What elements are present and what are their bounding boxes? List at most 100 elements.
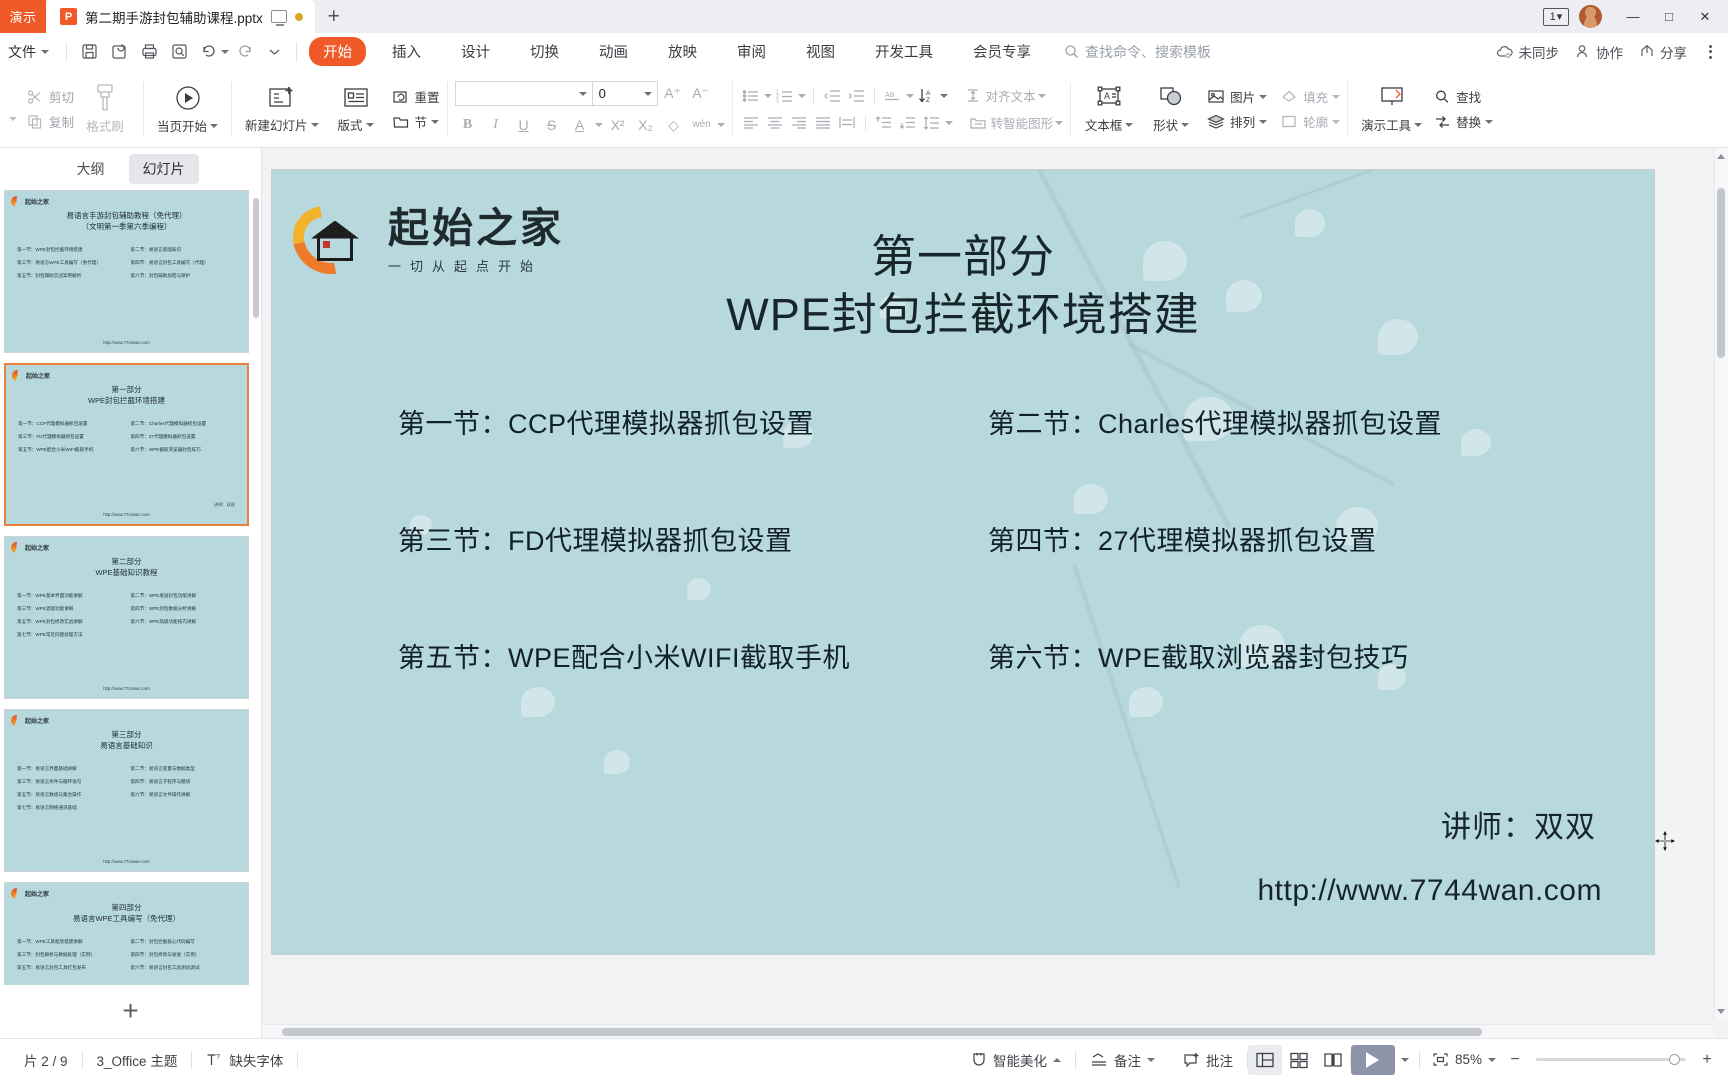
align-right-icon[interactable] (788, 113, 810, 133)
user-avatar[interactable] (1579, 5, 1602, 28)
increase-indent-icon[interactable] (845, 86, 867, 106)
save-as-cloud-icon[interactable] (104, 38, 134, 66)
command-search[interactable]: 查找命令、搜索模板 (1064, 42, 1211, 62)
character-spacing-icon[interactable]: AB (882, 86, 904, 106)
new-tab-button[interactable]: + (315, 0, 353, 33)
share-button[interactable]: 分享 (1639, 42, 1687, 62)
present-tools-button[interactable]: 演示工具 (1355, 74, 1428, 144)
picture-button[interactable]: 图片 填充 (1206, 87, 1341, 106)
textbox-button[interactable]: A 文本框 (1078, 74, 1140, 144)
increase-space-before-icon[interactable] (873, 113, 895, 133)
chevron-down-icon[interactable] (1414, 122, 1423, 127)
zoom-dropdown-icon[interactable] (1488, 1057, 1496, 1062)
collaborate-button[interactable]: 协作 (1575, 42, 1623, 62)
new-slide-button[interactable]: 新建幻灯片 (239, 74, 325, 144)
align-text-icon[interactable] (962, 86, 984, 106)
file-menu-button[interactable]: 文件 (2, 42, 59, 62)
font-size-dropdown-icon[interactable] (639, 91, 657, 96)
zoom-slider[interactable] (1536, 1054, 1686, 1065)
copy-button[interactable]: 复制 (25, 112, 74, 131)
cut-button[interactable]: 剪切 (25, 87, 74, 106)
pinyin-guide-button[interactable]: wén (689, 113, 715, 137)
pinyin-dropdown-icon[interactable] (716, 123, 725, 127)
reading-view-button[interactable] (1316, 1045, 1350, 1075)
scroll-up-arrow-icon[interactable] (1717, 154, 1725, 159)
font-name-dropdown-icon[interactable] (574, 91, 592, 96)
align-center-icon[interactable] (764, 113, 786, 133)
tab-design[interactable]: 设计 (447, 37, 504, 66)
slide-sorter-button[interactable] (1282, 1045, 1316, 1075)
paste-dropdown-icon[interactable] (9, 117, 17, 121)
missing-font-indicator[interactable]: ? 缺失字体 (192, 1050, 297, 1070)
tab-developer[interactable]: 开发工具 (861, 37, 947, 66)
spacing-dropdown-icon[interactable] (905, 93, 914, 98)
theme-indicator[interactable]: 3_Office 主题 (83, 1050, 192, 1070)
font-name-input[interactable] (456, 82, 574, 105)
more-options-icon[interactable] (1703, 44, 1718, 59)
decrease-font-size-button[interactable]: A⁻ (688, 82, 714, 106)
thumbnail-slide-4[interactable]: 起始之家 第三部分 易语言基础知识 第一节：易语言界面基础讲解 第二节：易语言变… (4, 709, 249, 873)
website-url[interactable]: http://www.7744wan.com (1257, 874, 1602, 908)
bullet-list-icon[interactable] (740, 86, 762, 106)
decrease-space-after-icon[interactable] (897, 113, 919, 133)
chevron-down-icon[interactable] (1181, 122, 1190, 127)
start-slideshow-button[interactable] (1350, 1044, 1395, 1075)
normal-view-button[interactable] (1247, 1044, 1282, 1075)
underline-button[interactable]: U (511, 113, 537, 137)
slide-canvas-wrapper[interactable]: 起始之家 一切从起点开始 第一部分 WPE封包拦截环境搭建 第一节：CCP代理模… (272, 170, 1675, 954)
subscript-button[interactable]: X₂ (633, 113, 659, 137)
tab-view[interactable]: 视图 (792, 37, 849, 66)
slideshow-dropdown-icon[interactable] (1400, 1057, 1409, 1062)
maximize-button[interactable]: □ (1652, 0, 1686, 33)
add-slide-button[interactable]: + (0, 985, 261, 1038)
thumbnail-scrollbar[interactable] (253, 198, 259, 318)
demo-badge[interactable]: 演示 (0, 0, 46, 33)
replace-dropdown-icon[interactable] (1485, 119, 1494, 124)
thumbnail-slide-3[interactable]: 起始之家 第二部分 WPE基础知识教程 第一节：WPE基本界面功能讲解 第二节：… (4, 536, 249, 700)
slide-title[interactable]: 第一部分 WPE封包拦截环境搭建 (272, 228, 1654, 343)
chevron-down-icon[interactable] (310, 122, 319, 127)
smartart-dropdown-icon[interactable] (1055, 120, 1064, 125)
scroll-down-arrow-icon[interactable] (1717, 1009, 1725, 1014)
section-button[interactable]: 节 (391, 112, 440, 131)
slide-canvas[interactable]: 起始之家 一切从起点开始 第一部分 WPE封包拦截环境搭建 第一节：CCP代理模… (272, 170, 1654, 954)
thumbnail-slide-2[interactable]: 起始之家 第一部分 WPE封包拦截环境搭建 第一节：CCP代理模拟器抓包设置 第… (4, 363, 249, 527)
page-indicator[interactable]: 片 2 / 9 (10, 1050, 82, 1070)
chevron-down-icon[interactable] (1146, 1057, 1155, 1062)
undo-dropdown-icon[interactable] (221, 49, 229, 54)
editor-horizontal-scrollbar[interactable] (262, 1024, 1714, 1038)
instructor-label[interactable]: 讲师：双双 (1441, 802, 1596, 846)
numbered-list-icon[interactable]: 1 2 3 (774, 86, 796, 106)
tab-insert[interactable]: 插入 (378, 37, 435, 66)
smartart-icon[interactable] (967, 113, 989, 133)
tab-slides[interactable]: 幻灯片 (128, 154, 199, 185)
line-spacing-dropdown-icon[interactable] (944, 120, 953, 125)
zoom-in-button[interactable]: + (1696, 1051, 1718, 1069)
align-left-icon[interactable] (740, 113, 762, 133)
format-painter-button[interactable]: 格式刷 (74, 74, 136, 144)
minimize-button[interactable]: — (1616, 0, 1650, 33)
sort-dropdown-icon[interactable] (939, 93, 948, 98)
distribute-icon[interactable] (836, 113, 858, 133)
sync-status[interactable]: 未同步 (1496, 42, 1559, 62)
zoom-out-button[interactable]: − (1504, 1051, 1526, 1069)
tab-review[interactable]: 审阅 (723, 37, 780, 66)
number-dropdown-icon[interactable] (797, 93, 806, 98)
decrease-indent-icon[interactable] (821, 86, 843, 106)
tab-member[interactable]: 会员专享 (959, 37, 1045, 66)
tab-slideshow[interactable]: 放映 (654, 37, 711, 66)
outline-dropdown-icon[interactable] (1332, 119, 1341, 124)
sort-icon[interactable]: A Z (916, 86, 938, 106)
comments-button[interactable]: 批注 (1169, 1050, 1247, 1070)
replace-button[interactable]: 替换 (1432, 112, 1494, 131)
align-text-dropdown-icon[interactable] (1037, 93, 1046, 98)
increase-font-size-button[interactable]: A⁺ (660, 82, 686, 106)
justify-icon[interactable] (812, 113, 834, 133)
editor-vertical-scrollbar[interactable] (1714, 148, 1728, 1020)
save-icon[interactable] (74, 38, 104, 66)
fit-to-window-button[interactable]: 85% (1420, 1052, 1504, 1067)
font-size-input[interactable]: 0 (593, 82, 639, 105)
beautify-button[interactable]: 智能美化 (957, 1050, 1075, 1070)
vertical-scroll-thumb[interactable] (1717, 188, 1725, 358)
italic-button[interactable]: I (483, 113, 509, 137)
